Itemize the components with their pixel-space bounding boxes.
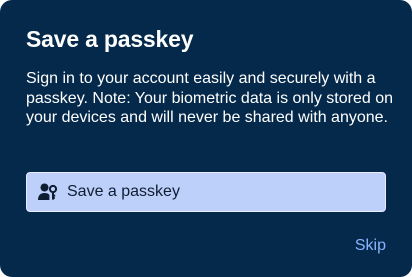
save-passkey-button-label: Save a passkey [67,183,180,200]
dialog-title: Save a passkey [26,26,194,52]
dialog-description: Sign in to your account easily and secur… [26,70,394,126]
save-passkey-dialog: Save a passkey Sign in to your account e… [0,0,412,277]
save-passkey-button[interactable]: Save a passkey [26,172,386,212]
user-key-icon [38,183,58,201]
skip-link[interactable]: Skip [355,236,386,256]
